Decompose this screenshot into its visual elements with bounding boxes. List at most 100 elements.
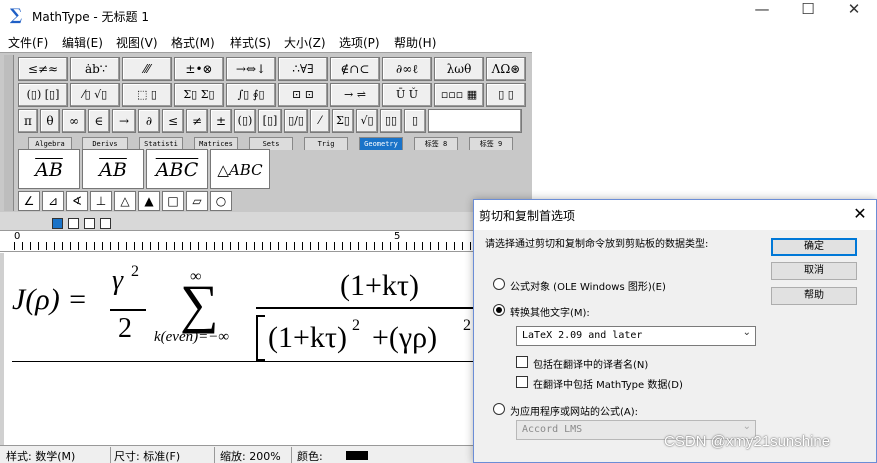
- toolbar-grip[interactable]: [4, 55, 14, 211]
- fraction-button[interactable]: ▯/▯: [284, 109, 308, 133]
- status-color-swatch[interactable]: [346, 451, 368, 460]
- matrix-templates-button[interactable]: ▫▫▫ ▦: [434, 83, 484, 107]
- menu-edit[interactable]: 编辑(E): [62, 34, 103, 51]
- dialog-close-icon[interactable]: ✕: [850, 204, 870, 224]
- help-button[interactable]: 帮助: [771, 287, 857, 305]
- include-mathtype-data-label[interactable]: 在翻译中包括 MathType 数据(D): [533, 376, 683, 391]
- maximize-button[interactable]: ☐: [785, 0, 831, 32]
- embellishments-button[interactable]: ⁄⁄⁄: [122, 57, 172, 81]
- status-zoom[interactable]: 缩放: 200%: [220, 448, 281, 463]
- status-size[interactable]: 尺寸: 标准(F): [114, 448, 180, 463]
- option-app-website-radio[interactable]: [493, 403, 505, 415]
- brackets-button[interactable]: [▯]: [258, 109, 282, 133]
- fence-templates-button[interactable]: (▯) [▯]: [18, 83, 68, 107]
- option-translate-text-radio[interactable]: [493, 304, 505, 316]
- arrow-symbols-button[interactable]: →⇔↓: [226, 57, 276, 81]
- menu-help[interactable]: 帮助(H): [394, 34, 436, 51]
- equation-frac2-denominator-plus: +(γρ): [372, 321, 438, 354]
- triangle-abc-template[interactable]: △ABC: [210, 149, 270, 189]
- underbar-overbar-templates-button[interactable]: ⊡ ⊡: [278, 83, 328, 107]
- greek-uppercase-button[interactable]: ΛΩ⊛: [486, 57, 526, 81]
- element-of-button[interactable]: ∈: [88, 109, 110, 133]
- option-equation-object-label[interactable]: 公式对象 (OLE Windows 图形)(E): [510, 278, 666, 293]
- pi-button[interactable]: π: [18, 109, 38, 133]
- tab-stop-controls: [0, 212, 532, 230]
- right-triangle-symbol-button[interactable]: ⊿: [42, 191, 64, 211]
- theta-button[interactable]: θ: [40, 109, 60, 133]
- option-equation-object-radio[interactable]: [493, 278, 505, 290]
- relational-symbols-button[interactable]: ≤≠≈: [18, 57, 68, 81]
- labeled-arrow-templates-button[interactable]: → ⇌: [330, 83, 380, 107]
- right-arrow-button[interactable]: →: [112, 109, 136, 133]
- parallelogram-symbol-button[interactable]: ▱: [186, 191, 208, 211]
- filled-triangle-symbol-button[interactable]: ▲: [138, 191, 160, 211]
- arc-abc-label: ABC: [155, 159, 199, 181]
- include-translator-name-label[interactable]: 包括在翻译中的译者名(N): [533, 356, 648, 371]
- square-symbol-button[interactable]: □: [162, 191, 184, 211]
- partial-button[interactable]: ∂: [138, 109, 160, 133]
- menu-format[interactable]: 格式(M): [171, 34, 215, 51]
- equation-frac1-numerator: γ: [112, 265, 124, 296]
- menu-file[interactable]: 文件(F): [8, 34, 48, 51]
- misc-symbols-button[interactable]: ∂∞ℓ: [382, 57, 432, 81]
- tab-9[interactable]: 标签 9: [469, 137, 513, 150]
- status-style[interactable]: 样式: 数学(M): [6, 448, 75, 463]
- cut-copy-preferences-dialog: 剪切和复制首选项 ✕ 请选择通过剪切和复制命令放到剪贴板的数据类型: 公式对象 …: [473, 199, 877, 463]
- spherical-angle-symbol-button[interactable]: ∢: [66, 191, 88, 211]
- overbar-button[interactable]: ▯: [404, 109, 426, 133]
- greek-lowercase-button[interactable]: λωθ: [434, 57, 484, 81]
- translator-select[interactable]: LaTeX 2.09 and later ⌄: [516, 326, 756, 346]
- logical-symbols-button[interactable]: ∴∀∃: [278, 57, 328, 81]
- include-mathtype-data-checkbox[interactable]: [516, 376, 528, 388]
- subscript-templates-button[interactable]: ⬚ ▯: [122, 83, 172, 107]
- center-tab-stop-icon[interactable]: [68, 218, 79, 229]
- not-equal-button[interactable]: ≠: [186, 109, 208, 133]
- option-translate-text-label[interactable]: 转换其他文字(M):: [510, 304, 590, 319]
- option-app-website-label[interactable]: 为应用程序或网站的公式(A):: [510, 403, 638, 418]
- close-button[interactable]: ✕: [831, 0, 877, 32]
- bidirectional-ab-template[interactable]: AB: [82, 149, 144, 189]
- menu-preferences[interactable]: 选项(P): [339, 34, 380, 51]
- ok-button[interactable]: 确定: [771, 238, 857, 256]
- less-equal-button[interactable]: ≤: [162, 109, 184, 133]
- spaces-ellipses-button[interactable]: ȧb∵: [70, 57, 120, 81]
- minimize-button[interactable]: —: [739, 0, 785, 32]
- parentheses-button[interactable]: (▯): [234, 109, 256, 133]
- set-theory-symbols-button[interactable]: ∉∩⊂: [330, 57, 380, 81]
- baseline-rule: [12, 361, 474, 362]
- tab-8[interactable]: 标签 8: [414, 137, 458, 150]
- operator-symbols-button[interactable]: ±•⊗: [174, 57, 224, 81]
- summation-templates-button[interactable]: Σ▯ Σ▯: [174, 83, 224, 107]
- sum-button[interactable]: Σ▯: [332, 109, 354, 133]
- include-translator-name-checkbox[interactable]: [516, 356, 528, 368]
- summation-symbol: ∑: [180, 274, 219, 334]
- integral-templates-button[interactable]: ∫▯ ∮▯: [226, 83, 276, 107]
- menu-view[interactable]: 视图(V): [116, 34, 158, 51]
- arc-abc-template[interactable]: ABC: [146, 149, 208, 189]
- menu-size[interactable]: 大小(Z): [284, 34, 326, 51]
- vector-ab-template[interactable]: AB: [18, 149, 80, 189]
- translator-selected-value: LaTeX 2.09 and later: [522, 330, 643, 341]
- tab-geometry[interactable]: Geometry: [359, 137, 403, 150]
- slash-fraction-button[interactable]: ⁄: [310, 109, 330, 133]
- circle-symbol-button[interactable]: ○: [210, 191, 232, 211]
- left-tab-stop-icon[interactable]: [52, 218, 63, 229]
- dialog-prompt: 请选择通过剪切和复制命令放到剪贴板的数据类型:: [485, 239, 709, 250]
- right-tab-stop-icon[interactable]: [84, 218, 95, 229]
- angle-symbol-button[interactable]: ∠: [18, 191, 40, 211]
- plus-minus-button[interactable]: ±: [210, 109, 232, 133]
- fraction-radical-templates-button[interactable]: ⁄▯ √▯: [70, 83, 120, 107]
- product-set-templates-button[interactable]: Ū Ǔ: [382, 83, 432, 107]
- infinity-button[interactable]: ∞: [62, 109, 86, 133]
- perpendicular-symbol-button[interactable]: ⊥: [90, 191, 112, 211]
- decimal-tab-stop-icon[interactable]: [100, 218, 111, 229]
- sqrt-button[interactable]: √▯: [356, 109, 378, 133]
- cancel-button[interactable]: 取消: [771, 262, 857, 280]
- equation-frac1-numerator-exponent: 2: [131, 263, 139, 280]
- menu-style[interactable]: 样式(S): [230, 34, 271, 51]
- triangle-symbol-button[interactable]: △: [114, 191, 136, 211]
- tab-trig[interactable]: Trig: [304, 137, 348, 150]
- subscript-button[interactable]: ▯▯: [380, 109, 402, 133]
- box-templates-button[interactable]: ▯ ▯: [486, 83, 526, 107]
- empty-slot: [428, 109, 522, 133]
